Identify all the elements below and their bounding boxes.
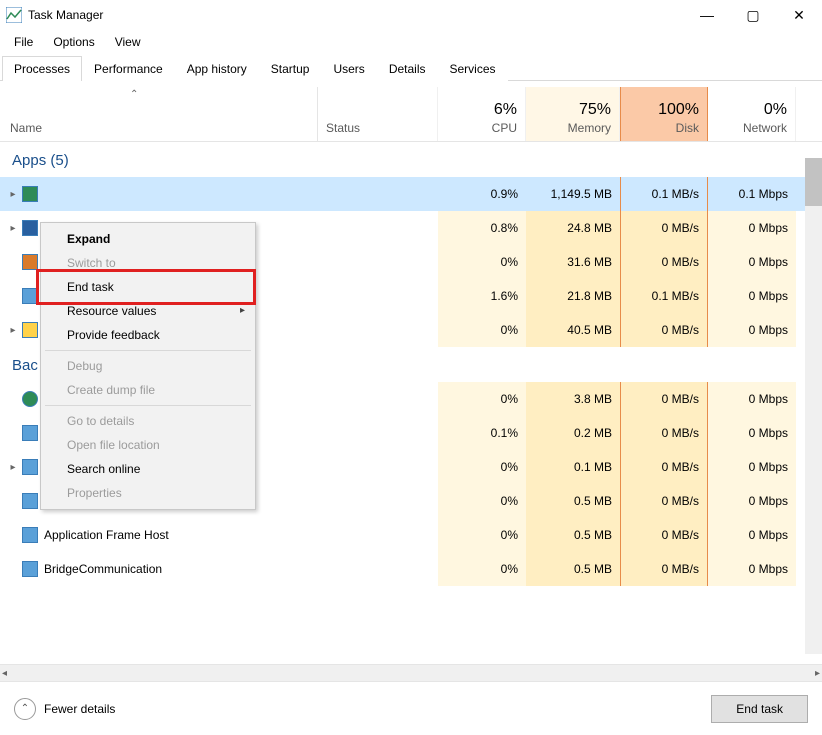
disk-pct: 100% — [629, 101, 699, 119]
fewer-details-label: Fewer details — [44, 702, 115, 716]
menu-view[interactable]: View — [105, 33, 151, 51]
tab-strip: Processes Performance App history Startu… — [0, 55, 822, 81]
cpu-pct: 6% — [446, 101, 517, 119]
memory-pct: 75% — [534, 101, 611, 119]
menu-options[interactable]: Options — [43, 33, 104, 51]
tab-services[interactable]: Services — [438, 56, 508, 81]
end-task-button[interactable]: End task — [711, 695, 808, 723]
fewer-details-toggle[interactable]: ⌃ Fewer details — [14, 698, 115, 720]
titlebar: Task Manager — ▢ ✕ — [0, 0, 822, 31]
ctx-properties: Properties — [43, 481, 253, 505]
col-header-cpu[interactable]: 6% CPU — [438, 87, 526, 141]
scroll-left-icon[interactable]: ◂ — [2, 668, 7, 679]
net-cell: 0.1 Mbps — [708, 177, 796, 211]
tab-users[interactable]: Users — [321, 56, 376, 81]
chevron-up-icon: ⌃ — [14, 698, 36, 720]
app-icon — [22, 561, 38, 577]
close-button[interactable]: ✕ — [776, 0, 822, 30]
group-apps[interactable]: Apps (5) — [0, 142, 822, 177]
chevron-right-icon[interactable]: ▸ — [4, 325, 22, 336]
menu-file[interactable]: File — [4, 33, 43, 51]
tab-startup[interactable]: Startup — [259, 56, 322, 81]
ctx-resource-values[interactable]: Resource values ▸ — [43, 299, 253, 323]
process-name: Application Frame Host — [44, 528, 169, 542]
footer: ⌃ Fewer details End task — [0, 681, 822, 735]
context-menu: Expand Switch to End task Resource value… — [40, 222, 256, 510]
app-icon — [22, 322, 38, 338]
sort-caret-icon: ⌃ — [130, 89, 138, 100]
ctx-provide-feedback[interactable]: Provide feedback — [43, 323, 253, 347]
col-header-name[interactable]: ⌃ Name — [0, 87, 318, 141]
scrollbar-thumb[interactable] — [805, 158, 822, 206]
app-icon — [22, 254, 38, 270]
column-headers: ⌃ Name Status 6% CPU 75% Memory 100% Dis… — [0, 87, 822, 142]
menubar: File Options View — [0, 31, 822, 53]
col-header-memory[interactable]: 75% Memory — [526, 87, 620, 141]
maximize-button[interactable]: ▢ — [730, 0, 776, 30]
cpu-cell: 0.9% — [438, 177, 526, 211]
app-icon — [22, 220, 38, 236]
ctx-expand[interactable]: Expand — [43, 227, 253, 251]
mem-cell: 1,149.5 MB — [526, 177, 620, 211]
window-controls: — ▢ ✕ — [684, 0, 822, 30]
col-label-cpu: CPU — [446, 121, 517, 135]
process-name: BridgeCommunication — [44, 562, 162, 576]
ctx-go-to-details: Go to details — [43, 409, 253, 433]
col-label-disk: Disk — [629, 121, 699, 135]
ctx-end-task[interactable]: End task — [43, 275, 253, 299]
col-label-memory: Memory — [534, 121, 611, 135]
tab-processes[interactable]: Processes — [2, 56, 82, 81]
app-icon — [22, 186, 38, 202]
window-title: Task Manager — [28, 8, 103, 22]
ctx-switch-to: Switch to — [43, 251, 253, 275]
ctx-debug: Debug — [43, 354, 253, 378]
ctx-create-dump: Create dump file — [43, 378, 253, 402]
ctx-separator — [45, 405, 251, 406]
chevron-right-icon: ▸ — [240, 305, 245, 316]
app-icon — [22, 391, 38, 407]
ctx-resource-values-label: Resource values — [67, 304, 156, 318]
app-icon — [22, 425, 38, 441]
col-label-network: Network — [716, 121, 787, 135]
ctx-search-online[interactable]: Search online — [43, 457, 253, 481]
tab-app-history[interactable]: App history — [175, 56, 259, 81]
col-label-status: Status — [326, 121, 429, 135]
app-icon — [22, 493, 38, 509]
chevron-right-icon[interactable]: ▸ — [4, 223, 22, 234]
col-label-name: Name — [10, 121, 309, 135]
app-icon — [22, 527, 38, 543]
tab-details[interactable]: Details — [377, 56, 438, 81]
minimize-button[interactable]: — — [684, 0, 730, 30]
col-header-status[interactable]: Status — [318, 87, 438, 141]
tab-performance[interactable]: Performance — [82, 56, 175, 81]
horizontal-scrollbar[interactable]: ◂ ▸ — [0, 664, 822, 681]
ctx-open-file-location: Open file location — [43, 433, 253, 457]
process-row[interactable]: Application Frame Host 0% 0.5 MB 0 MB/s … — [0, 518, 822, 552]
col-header-network[interactable]: 0% Network — [708, 87, 796, 141]
app-icon — [22, 288, 38, 304]
chevron-right-icon[interactable]: ▸ — [4, 189, 22, 200]
process-row[interactable]: BridgeCommunication 0% 0.5 MB 0 MB/s 0 M… — [0, 552, 822, 586]
app-icon — [22, 459, 38, 475]
vertical-scrollbar[interactable] — [805, 158, 822, 654]
network-pct: 0% — [716, 101, 787, 119]
chevron-right-icon[interactable]: ▸ — [4, 462, 22, 473]
process-row[interactable]: ▸ 0.9% 1,149.5 MB 0.1 MB/s 0.1 Mbps — [0, 177, 822, 211]
disk-cell: 0.1 MB/s — [620, 177, 708, 211]
col-header-disk[interactable]: 100% Disk — [620, 87, 708, 141]
task-manager-icon — [6, 7, 22, 23]
scroll-right-icon[interactable]: ▸ — [815, 668, 820, 679]
ctx-separator — [45, 350, 251, 351]
